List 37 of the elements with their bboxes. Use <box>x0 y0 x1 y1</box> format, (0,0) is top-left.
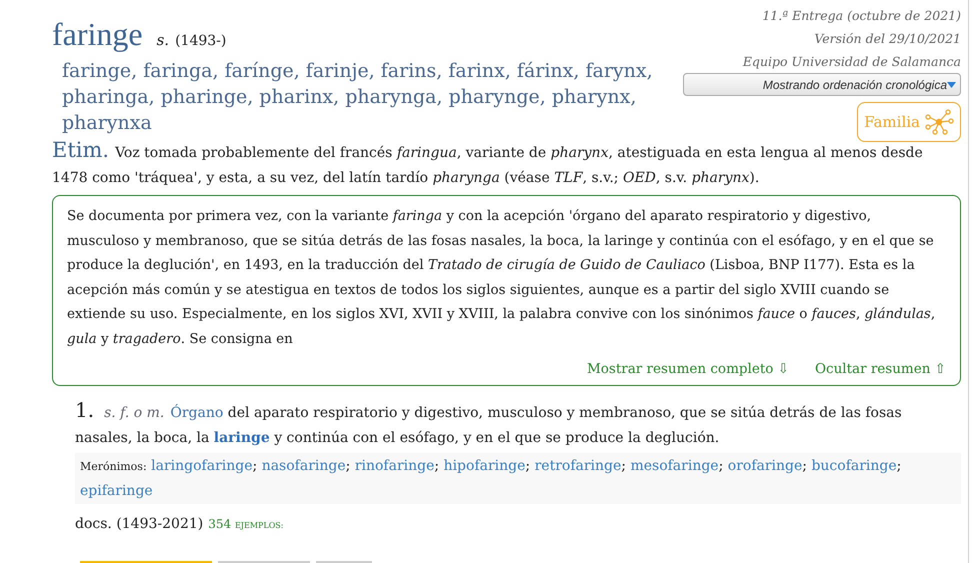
separator: ; <box>434 458 440 474</box>
definition-link[interactable]: Órgano <box>170 405 224 422</box>
examples-count: 354 EJEMPLOS: <box>208 516 284 534</box>
family-button[interactable]: Familia <box>857 102 961 142</box>
separator: ; <box>896 458 902 474</box>
definition-link[interactable]: laringe <box>214 430 270 446</box>
meronym-link[interactable]: retrofaringe <box>534 458 622 474</box>
summary-toggle-link[interactable]: Mostrar resumen completo ⇩ <box>586 359 789 380</box>
separator: ; <box>346 458 352 474</box>
network-icon <box>924 109 954 135</box>
meronym-link[interactable]: nasofaringe <box>262 458 346 474</box>
meronym-link[interactable]: bucofaringe <box>811 458 897 474</box>
team-label: Equipo Universidad de Salamanca <box>742 53 961 71</box>
meronym-link[interactable]: rinofaringe <box>354 458 434 474</box>
separator: ; <box>525 458 532 474</box>
meronyms-label: Merónimos: <box>80 460 147 474</box>
headword: faringe <box>52 15 143 54</box>
sense-definition: 1. s. f. o m. Órgano del aparato respiratorio y digestivo, musculoso y membranoso, que se sitúa detrás de las fosas nasales, la boca, la laringe y continúa con el esófago, y en el que se produce la deglución. <box>75 398 903 448</box>
delivery-label: 11.ª Entrega (octubre de 2021) <box>762 7 961 25</box>
meronym-link[interactable]: hipofaringe <box>444 458 526 474</box>
part-of-speech: s. <box>156 30 170 51</box>
version-label: Versión del 29/10/2021 <box>814 30 961 48</box>
separator: ; <box>802 458 808 474</box>
meronym-link[interactable]: orofaringe <box>728 458 802 474</box>
meronym-link[interactable]: epifaringe <box>80 483 153 500</box>
summary-text: Se documenta por primera vez, con la variante faringa y con la acepción 'órgano del aparato respiratorio y digestivo, musculoso y membranoso, que se sitúa detrás de las fosas nasales, la boca, la laringe y continúa con el esófago, y en el que se produce la deglución', en 1493, en la traducción del Tratado de cirugía de Guido de Cauliaco (Lisboa, BNP I177). Esta es la acepción más común y se atestigua en textos de todos los siglos siguientes, aunque es a partir del siglo XVIII cuando se extiende su uso. Especialmente, en los siglos XVI, XVII y XVIII, la palabra convive con los sinónimos fauce o fauces, glándulas, gula y tragadero. Se consigna en <box>67 207 936 348</box>
docs-range: docs. (1493-2021) <box>75 515 204 534</box>
sort-dropdown[interactable]: Mostrando ordenación cronológica <box>683 73 961 96</box>
separator: ; <box>718 458 724 474</box>
summary-toggle-link[interactable]: Ocultar resumen ⇧ <box>814 359 946 380</box>
meronym-link[interactable]: laringofaringe <box>151 458 253 474</box>
separator: ; <box>621 458 627 474</box>
meronym-link[interactable]: mesofaringe <box>630 458 719 474</box>
first-date: (1493-) <box>175 32 226 51</box>
separator: ; <box>252 458 258 474</box>
variant-forms: faringe, faringa, farínge, farinje, farins, farinx, fárinx, farynx, pharinga, pharinge, pharinx, pharynga, pharynge, pharynx, pharynxa <box>62 59 654 136</box>
caret-icon <box>947 82 956 88</box>
